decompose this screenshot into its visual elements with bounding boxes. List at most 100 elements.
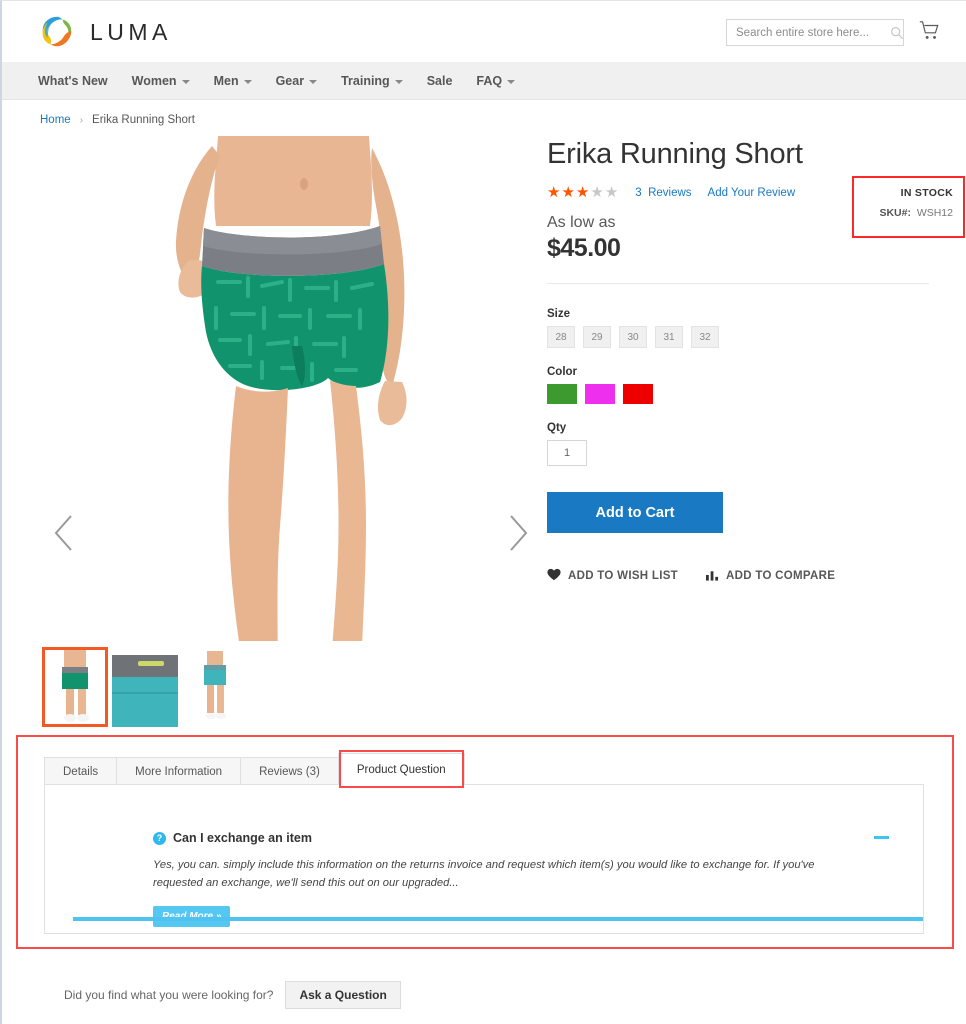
chevron-down-icon [507, 80, 516, 84]
size-swatch-28[interactable]: 28 [547, 326, 575, 348]
color-label: Color [547, 366, 578, 378]
faq-answer-text: Yes, you can. simply include this inform… [153, 859, 815, 890]
nav-label: Training [341, 74, 390, 88]
color-option-group: Color [547, 366, 947, 404]
gallery-next-arrow[interactable] [502, 511, 532, 555]
ask-a-question-button[interactable]: Ask a Question [285, 981, 401, 1009]
compare-label: ADD TO COMPARE [726, 570, 836, 582]
breadcrumb-current: Erika Running Short [92, 114, 195, 126]
tab-more-information[interactable]: More Information [116, 757, 242, 785]
nav-label: What's New [38, 74, 108, 88]
sku-row: SKU#: WSH12 [854, 207, 953, 219]
reviews-label: Reviews [648, 186, 692, 199]
gallery-prev-arrow[interactable] [50, 511, 80, 555]
star-filled-icon: ★ [575, 184, 591, 201]
chevron-down-icon [243, 80, 252, 84]
add-your-review-link[interactable]: Add Your Review [708, 187, 796, 199]
breadcrumb: Home › Erika Running Short [2, 100, 966, 136]
search-box[interactable] [726, 19, 904, 46]
size-swatch-30[interactable]: 30 [619, 326, 647, 348]
divider [547, 283, 929, 284]
product-info: Erika Running Short ★★★★★ 3 Reviews Add … [547, 136, 965, 727]
add-to-wish-list-link[interactable]: ADD TO WISH LIST [547, 568, 678, 584]
sku-value: WSH12 [916, 207, 953, 219]
nav-item-men[interactable]: Men [214, 74, 252, 88]
main-navigation: What's New Women Men Gear Training Sale … [2, 63, 966, 100]
breadcrumb-separator-icon: › [79, 114, 84, 126]
star-rating[interactable]: ★★★★★ [547, 185, 619, 200]
thumbnail-2[interactable] [182, 647, 248, 727]
stock-status-box: IN STOCK SKU#: WSH12 [852, 176, 965, 238]
color-swatch-magenta[interactable] [585, 384, 615, 404]
logo-text: LUMA [90, 18, 172, 45]
nav-label: Gear [275, 74, 305, 88]
nav-label: Women [131, 74, 177, 88]
nav-item-training[interactable]: Training [341, 74, 403, 88]
product-tabs-highlight-box: Details More Information Reviews (3) Pro… [16, 735, 954, 949]
product-main: Erika Running Short ★★★★★ 3 Reviews Add … [2, 136, 966, 727]
site-logo[interactable]: LUMA [38, 13, 172, 51]
nav-item-faq[interactable]: FAQ [476, 74, 516, 88]
tab-product-question[interactable]: Product Question [337, 750, 465, 788]
search-input[interactable] [736, 26, 890, 39]
add-to-compare-link[interactable]: ADD TO COMPARE [706, 569, 835, 584]
ask-question-row: Did you find what you were looking for? … [64, 981, 401, 1009]
color-swatches [547, 384, 947, 404]
thumbnail-1[interactable] [112, 647, 178, 727]
tab-details[interactable]: Details [44, 757, 118, 785]
page-title: Erika Running Short [547, 138, 803, 170]
bar-chart-icon [706, 569, 719, 584]
product-hero-image[interactable] [40, 136, 545, 641]
faq-item: ? Can I exchange an item Yes, you can. s… [153, 831, 895, 927]
add-to-cart-button[interactable]: Add to Cart [547, 492, 723, 533]
nav-label: FAQ [476, 74, 503, 88]
luma-ring-logo-icon [38, 13, 76, 51]
search-icon[interactable] [890, 26, 904, 40]
wish-list-label: ADD TO WISH LIST [568, 570, 679, 582]
sku-label: SKU#: [879, 207, 911, 219]
nav-item-gear[interactable]: Gear [276, 74, 318, 88]
status-badge: IN STOCK [900, 187, 953, 199]
product-price: $45.00 [547, 234, 621, 262]
star-filled-icon: ★ [547, 184, 562, 201]
tab-panel-product-question: ? Can I exchange an item Yes, you can. s… [44, 784, 924, 934]
nav-item-women[interactable]: Women [132, 74, 190, 88]
size-label: Size [547, 308, 571, 320]
chevron-down-icon [181, 80, 190, 84]
heart-icon [547, 568, 561, 584]
size-swatch-32[interactable]: 32 [691, 326, 719, 348]
thumbnail-0[interactable] [42, 647, 108, 727]
nav-label: Sale [426, 74, 453, 88]
thumbnail-strip [42, 647, 547, 727]
ask-question-prompt: Did you find what you were looking for? [64, 988, 274, 1002]
star-empty-icon: ★ [590, 184, 605, 201]
size-swatch-31[interactable]: 31 [655, 326, 683, 348]
faq-question-text: Can I exchange an item [173, 831, 312, 845]
tab-reviews[interactable]: Reviews (3) [240, 757, 339, 785]
faq-question-row[interactable]: ? Can I exchange an item [153, 831, 895, 845]
qty-group: Qty [547, 422, 947, 466]
question-mark-icon: ? [153, 831, 166, 845]
color-swatch-green[interactable] [547, 384, 577, 404]
tab-product-question-label: Product Question [356, 763, 446, 776]
minus-icon[interactable] [874, 836, 889, 839]
nav-item-sale[interactable]: Sale [427, 74, 453, 88]
reviews-link[interactable]: 3 Reviews [635, 187, 691, 199]
product-gallery [2, 136, 547, 727]
color-swatch-red[interactable] [623, 384, 653, 404]
shopping-cart-icon[interactable] [918, 19, 940, 43]
chevron-down-icon [309, 80, 318, 84]
qty-label: Qty [547, 422, 567, 434]
reviews-count: 3 [635, 186, 642, 199]
size-swatch-29[interactable]: 29 [583, 326, 611, 348]
divider-blue [73, 917, 923, 921]
product-tabs: Details More Information Reviews (3) Pro… [44, 750, 924, 935]
quantity-stepper[interactable] [547, 440, 587, 466]
breadcrumb-home-link[interactable]: Home [40, 114, 71, 126]
chevron-down-icon [394, 80, 403, 84]
browser-page: LUMA What's New Women [0, 0, 966, 1024]
star-filled-icon: ★ [561, 184, 576, 201]
size-swatches: 28 29 30 31 32 [547, 326, 947, 348]
nav-item-whats-new[interactable]: What's New [38, 74, 108, 88]
product-action-links: ADD TO WISH LIST ADD TO COMPARE [547, 568, 947, 584]
